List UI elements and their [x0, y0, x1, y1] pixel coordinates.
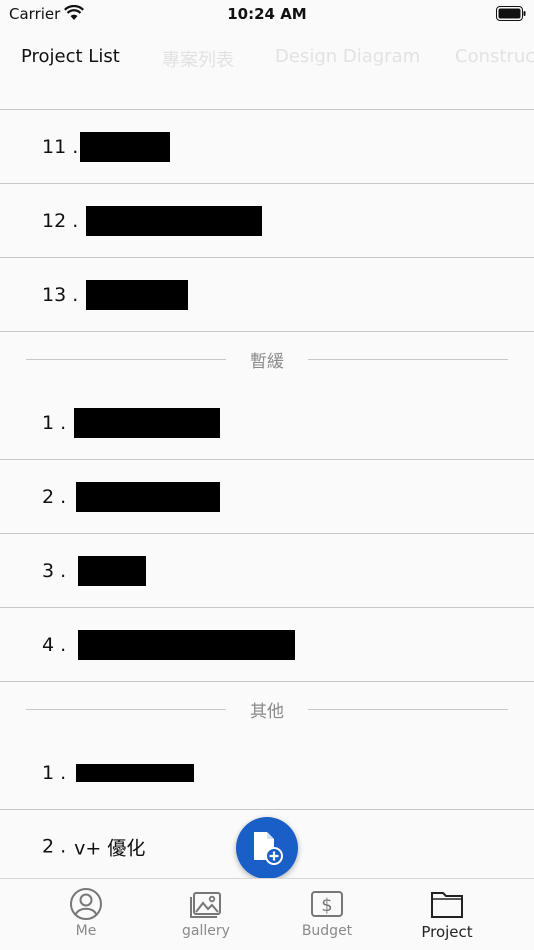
person-circle-icon	[70, 888, 102, 920]
redacted-text	[76, 481, 221, 512]
tab-design-diagram[interactable]: Design Diagram	[275, 46, 420, 67]
list-item-index: 2 .	[42, 485, 67, 508]
list-item[interactable]: 3 .	[0, 534, 534, 608]
dollar-icon: $	[311, 891, 343, 917]
list-item-index: 1 .	[42, 761, 67, 784]
redacted-text	[80, 131, 171, 162]
list-item-index: 4 .	[42, 633, 67, 656]
list-item[interactable]: 12 .	[0, 184, 534, 258]
nav-label: Me	[75, 923, 97, 939]
divider-line	[308, 709, 508, 710]
divider-line	[26, 709, 226, 710]
list-item-title: v+ 優化	[74, 837, 146, 859]
nav-label: Project	[421, 923, 473, 941]
section-divider-other: 其他	[0, 682, 534, 736]
redacted-text	[86, 279, 189, 310]
battery-icon	[496, 6, 526, 21]
redacted-text	[86, 205, 263, 236]
section-divider-paused: 暫緩	[0, 332, 534, 386]
nav-budget[interactable]: $ Budget	[277, 887, 377, 939]
section-header: 暫緩	[250, 351, 284, 372]
list-item[interactable]: 13 .	[0, 258, 534, 332]
image-icon	[190, 892, 221, 918]
redacted-text	[74, 407, 221, 438]
list-item-index: 12 .	[42, 209, 79, 232]
section-header: 其他	[250, 701, 284, 722]
top-tab-bar: Project List 專案列表 Design Diagram Constru…	[0, 28, 534, 110]
folder-icon	[431, 892, 463, 918]
add-project-button[interactable]	[236, 817, 298, 879]
nav-label: Budget	[301, 923, 353, 939]
list-item[interactable]: 2 .	[0, 460, 534, 534]
status-bar: Carrier 10:24 AM	[0, 0, 534, 28]
file-add-icon	[254, 832, 283, 865]
redacted-text	[78, 629, 296, 660]
list-item[interactable]: 1 .	[0, 386, 534, 460]
list-item-index: 11 .	[42, 135, 79, 158]
nav-label: gallery	[182, 923, 230, 939]
status-time: 10:24 AM	[227, 5, 307, 23]
project-list: 11 . 12 . 13 . 暫緩 1 . 2 . 3 . 4 . 其他 1 .…	[0, 110, 534, 878]
tab-project-list[interactable]: Project List	[21, 46, 120, 67]
svg-text:$: $	[321, 895, 332, 916]
tab-project-list-zh[interactable]: 專案列表	[162, 46, 234, 72]
list-item[interactable]: 4 .	[0, 608, 534, 682]
list-item[interactable]: 11 .	[0, 110, 534, 184]
bottom-navigation: Me gallery $ Budget Project	[0, 878, 534, 950]
divider-line	[26, 359, 226, 360]
redacted-text	[76, 763, 195, 782]
redacted-text	[78, 555, 147, 586]
list-item-index: 3 .	[42, 559, 67, 582]
list-item[interactable]: 1 .	[0, 736, 534, 810]
list-item-index: 13 .	[42, 283, 79, 306]
list-item-index: 1 .	[42, 411, 67, 434]
nav-me[interactable]: Me	[36, 887, 136, 939]
tab-construction[interactable]: Construc	[455, 46, 534, 67]
nav-gallery[interactable]: gallery	[156, 887, 256, 939]
divider-line	[308, 359, 508, 360]
list-item-index: 2 .	[42, 835, 67, 858]
nav-project[interactable]: Project	[397, 887, 497, 941]
